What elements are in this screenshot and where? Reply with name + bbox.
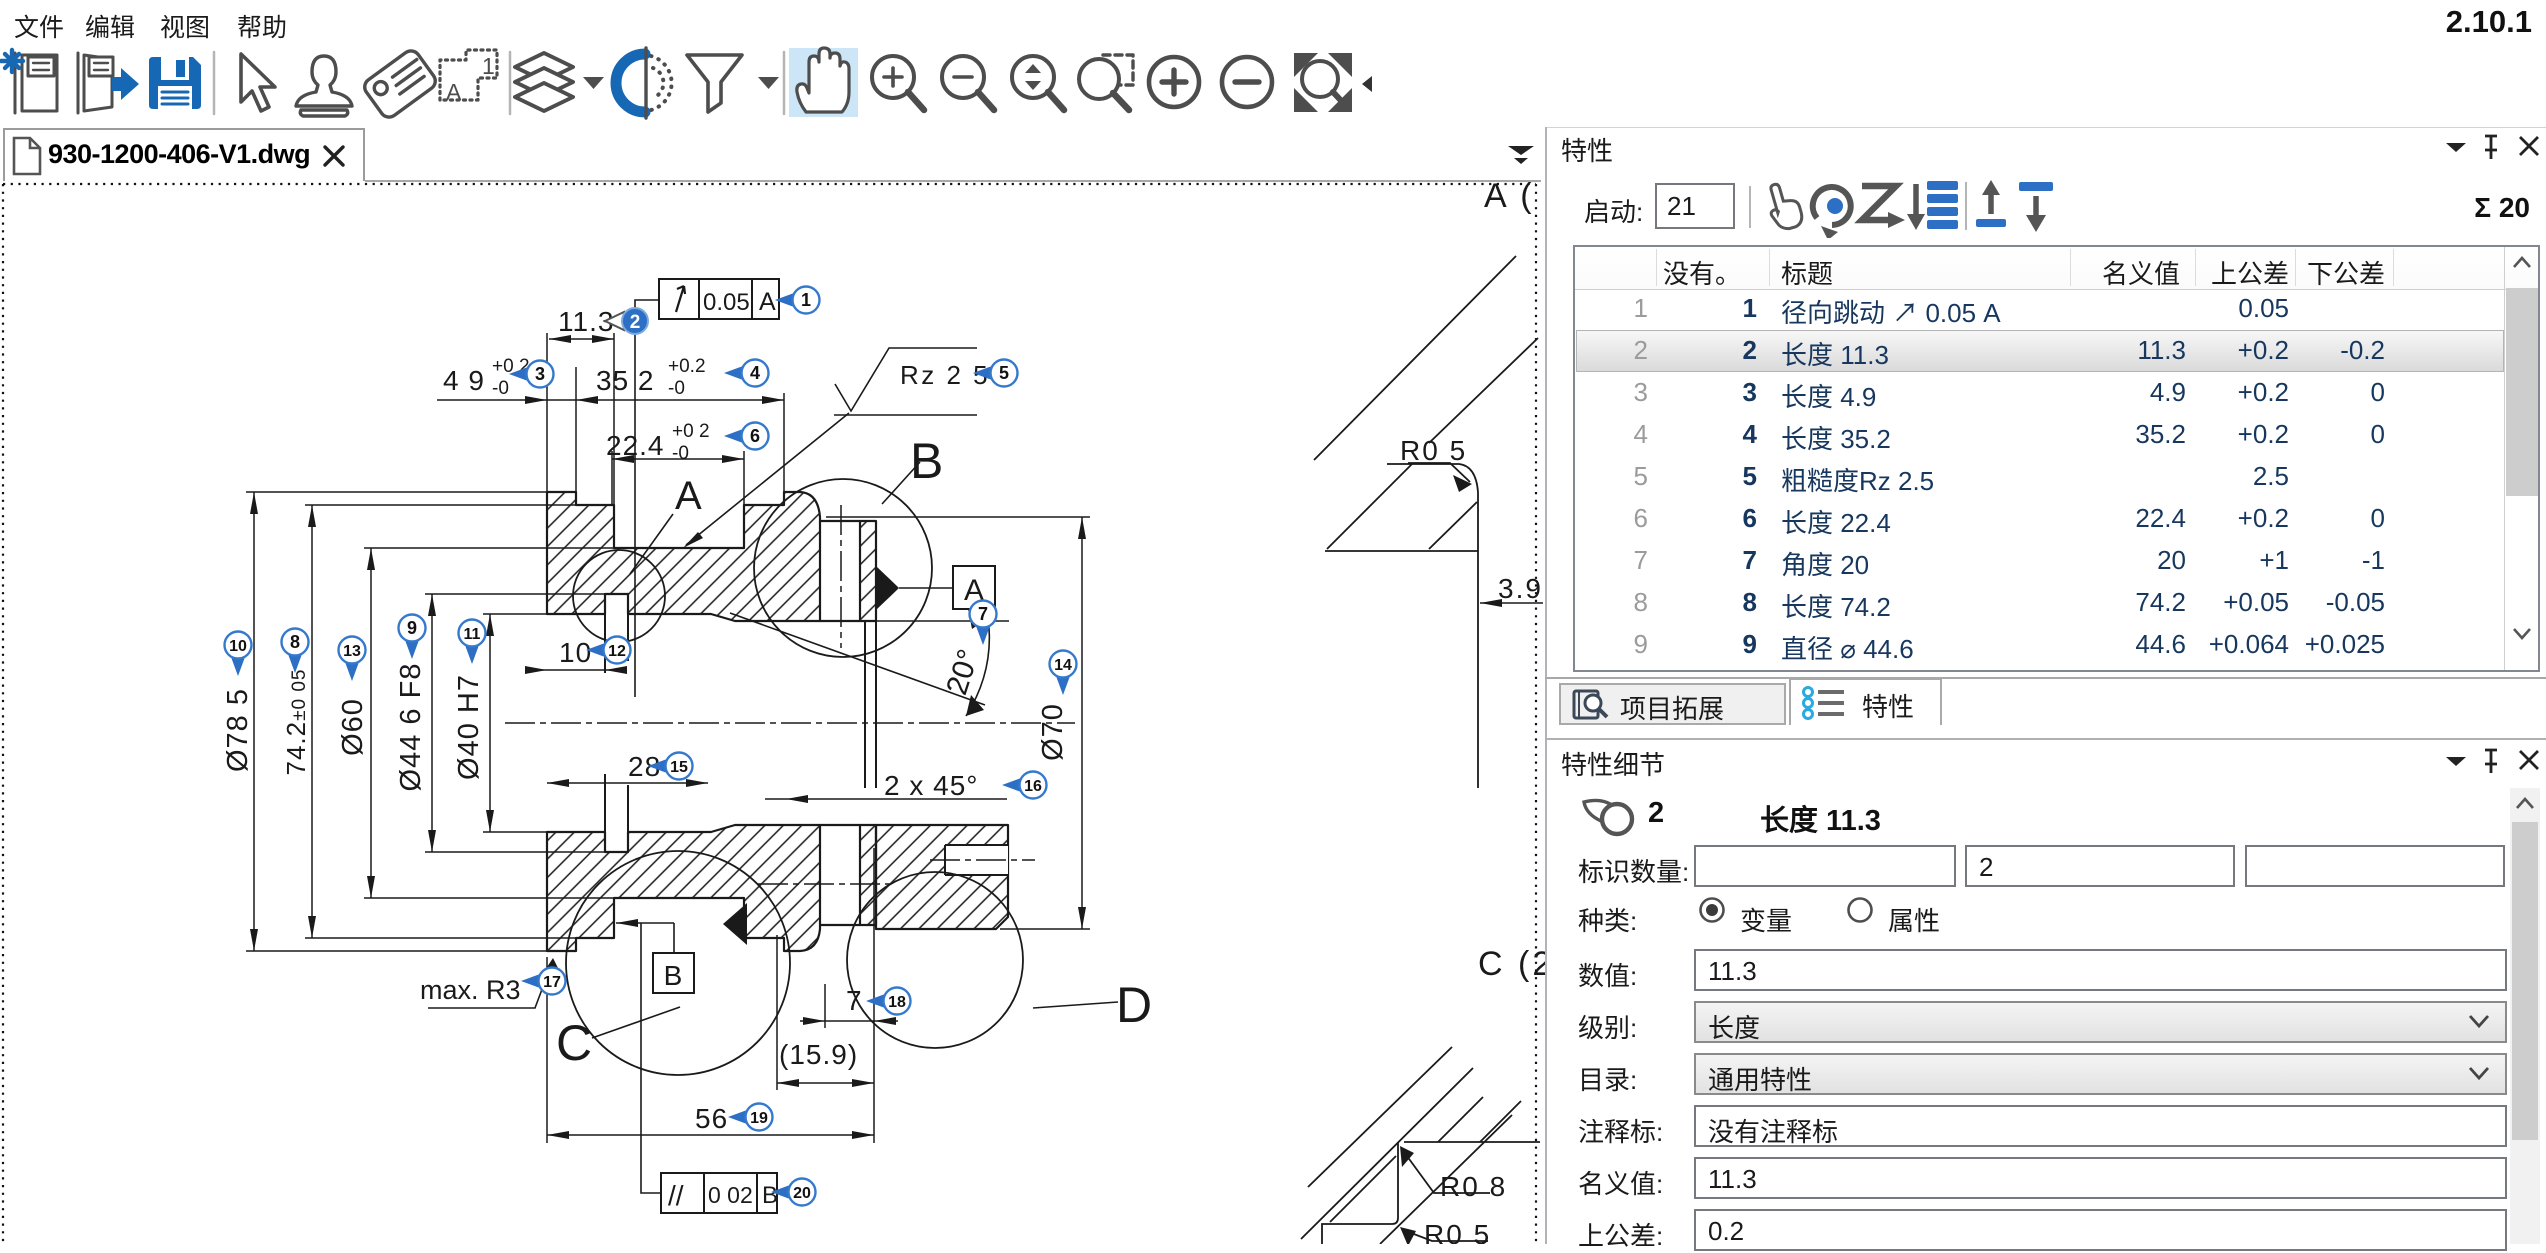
svg-text:3.9: 3.9 [1498, 573, 1543, 604]
svg-text:5: 5 [999, 363, 1009, 383]
svg-text:+0.2: +0.2 [668, 356, 706, 377]
svg-text:C: C [556, 1015, 592, 1071]
svg-text:B: B [664, 960, 683, 991]
svg-text:A: A [675, 474, 702, 518]
svg-text:7: 7 [978, 604, 988, 624]
svg-text:Ø70: Ø70 [1037, 703, 1069, 761]
svg-text:R0 8: R0 8 [1440, 1171, 1507, 1202]
svg-text:Ø60: Ø60 [337, 698, 369, 756]
svg-text:0 02: 0 02 [708, 1182, 753, 1208]
svg-text:18: 18 [888, 994, 906, 1011]
svg-text:A: A [446, 79, 462, 105]
svg-text:1: 1 [482, 53, 495, 79]
svg-text:R0 5: R0 5 [1400, 435, 1467, 466]
svg-text:-0: -0 [668, 378, 685, 399]
svg-text:(15.9): (15.9) [779, 1039, 858, 1070]
svg-text:6: 6 [750, 426, 760, 446]
svg-text:56: 56 [695, 1103, 728, 1134]
svg-text:-0: -0 [672, 443, 689, 464]
svg-text:1: 1 [801, 290, 811, 310]
svg-text:0.05: 0.05 [703, 289, 750, 316]
svg-text:+0 2: +0 2 [672, 421, 710, 442]
svg-text:14: 14 [1054, 657, 1072, 674]
svg-text:22.4: 22.4 [606, 430, 665, 461]
svg-text:19: 19 [750, 1110, 768, 1127]
svg-text:B: B [910, 433, 943, 489]
svg-text:A (: A ( [1484, 182, 1535, 215]
svg-text:Rz 2 5: Rz 2 5 [900, 360, 990, 390]
svg-text:16: 16 [1024, 778, 1042, 795]
svg-text:R0 5: R0 5 [1424, 1219, 1491, 1244]
svg-text:9: 9 [407, 618, 417, 638]
svg-text:D: D [1116, 977, 1152, 1033]
svg-text:12: 12 [608, 643, 626, 660]
svg-text:Ø40 H7: Ø40 H7 [453, 674, 485, 780]
svg-text:2: 2 [630, 312, 641, 333]
svg-text:A: A [759, 288, 776, 316]
svg-text:74.2±0 05: 74.2±0 05 [281, 668, 311, 775]
svg-text://: // [668, 1180, 684, 1211]
svg-text:15: 15 [670, 759, 688, 776]
svg-text:Ø78 5: Ø78 5 [222, 688, 254, 772]
svg-text:13: 13 [343, 643, 361, 660]
svg-text:35 2: 35 2 [596, 365, 655, 396]
svg-text:max. R3: max. R3 [420, 975, 521, 1005]
svg-text:4 9: 4 9 [443, 365, 485, 396]
svg-text:4: 4 [750, 363, 760, 383]
svg-text:10: 10 [229, 638, 247, 655]
svg-text:11: 11 [464, 626, 481, 643]
svg-text:B: B [762, 1182, 778, 1209]
svg-text:7: 7 [846, 985, 863, 1016]
svg-text:20: 20 [793, 1185, 811, 1202]
svg-text:-0: -0 [492, 378, 509, 399]
svg-text:2 x 45°: 2 x 45° [884, 770, 978, 801]
svg-text:Ø44 6 F8: Ø44 6 F8 [395, 663, 427, 792]
svg-text:C (2: C (2 [1478, 945, 1546, 983]
svg-text:10: 10 [559, 637, 592, 668]
svg-text:17: 17 [543, 974, 561, 991]
svg-text:8: 8 [290, 632, 300, 652]
svg-text:3: 3 [535, 364, 545, 384]
